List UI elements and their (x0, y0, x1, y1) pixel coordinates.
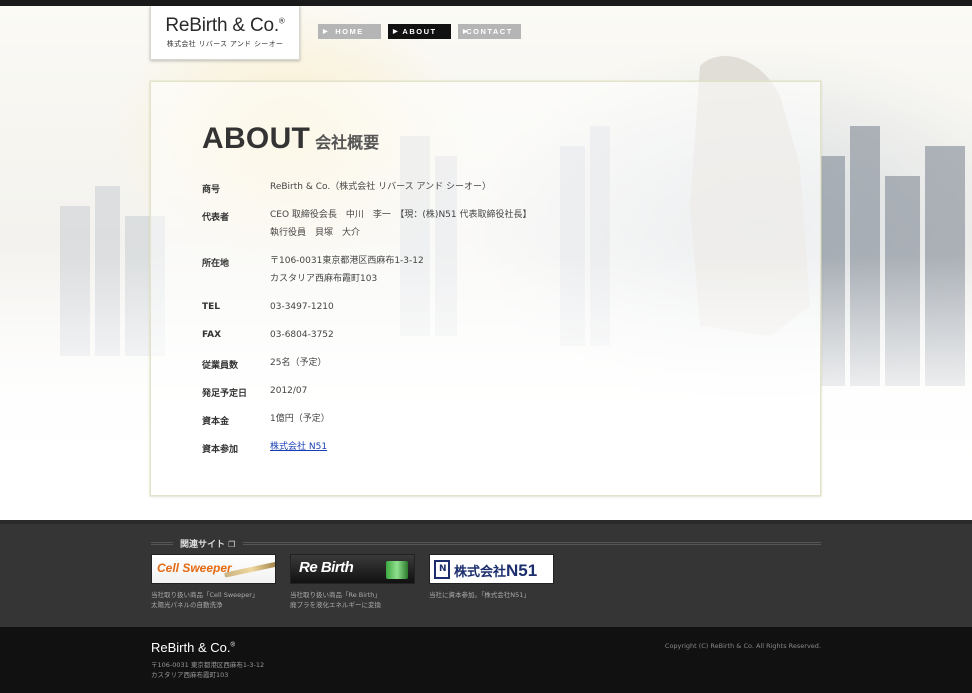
about-panel: ABOUT 会社概要 商号 ReBirth & Co.（株式会社 リバース アンド… (150, 81, 821, 496)
footer-logo: ReBirth & Co.® (151, 640, 235, 655)
footer: ReBirth & Co.® 〒106-0031 東京都港区西麻布1-3-12 … (0, 627, 972, 693)
info-row-fax: FAX 03-6804-3752 (202, 330, 334, 340)
info-row-address: 所在地 〒106-0031東京都港区西麻布1-3-12 カスタリア西麻布霞町103 (202, 256, 424, 284)
info-row-tel: TEL 03-3497-1210 (202, 302, 334, 312)
banner-n51: N 株式会社N51 当社に資本参加。「株式会社N51」 (429, 554, 554, 610)
triangle-right-icon: ▶ (463, 29, 470, 35)
external-link-icon: ❐ (228, 540, 236, 549)
company-info-table: 商号 ReBirth & Co.（株式会社 リバース アンド シーオー） 代表者… (202, 182, 532, 470)
banner-rebirth: Re Birth 当社取り扱い商品「Re Birth」 廃プラを液化エネルギーに変… (290, 554, 415, 610)
nav-home-button[interactable]: ▶ HOME (318, 24, 381, 39)
triangle-right-icon: ▶ (393, 29, 400, 35)
related-sites-title: 関連サイト (180, 540, 226, 550)
info-row-representative: 代表者 CEO 取締役会長 中川 李一 【現：(株)N51 代表取締役社長】 執行… (202, 210, 532, 238)
info-row-capital: 資本金 1億円（予定） (202, 414, 330, 427)
main-nav: ▶ HOME ▶ ABOUT ▶ CONTACT (318, 24, 521, 39)
site-logo[interactable]: ReBirth & Co.® 株式会社 リバース アンド シーオー (150, 6, 300, 60)
rebirth-banner-image[interactable]: Re Birth (290, 554, 415, 584)
nav-contact-button[interactable]: ▶ CONTACT (458, 24, 521, 39)
logo-text: ReBirth & Co.® (165, 15, 285, 36)
battery-icon (386, 561, 408, 579)
info-row-employees: 従業員数 25名（予定） (202, 358, 327, 371)
n51-banner-image[interactable]: N 株式会社N51 (429, 554, 554, 584)
info-row-name: 商号 ReBirth & Co.（株式会社 リバース アンド シーオー） (202, 182, 492, 195)
banner-cell-sweeper: Cell Sweeper 当社取り扱い商品「Cell Sweeper」 太陽光パネ… (151, 554, 276, 610)
related-banners: Cell Sweeper 当社取り扱い商品「Cell Sweeper」 太陽光パネ… (151, 554, 554, 610)
triangle-right-icon: ▶ (323, 29, 330, 35)
info-row-capital-participation: 資本参加 株式会社 N51 (202, 442, 328, 455)
nav-about-button[interactable]: ▶ ABOUT (388, 24, 451, 39)
footer-address: 〒106-0031 東京都港区西麻布1-3-12 カスタリア西麻布霞町103 (151, 661, 265, 679)
copyright: Copyright (C) ReBirth & Co. All Rights R… (664, 642, 821, 650)
related-sites-header: 関連サイト ❐ (151, 537, 821, 550)
logo-subtitle: 株式会社 リバース アンド シーオー (166, 40, 284, 48)
cell-sweeper-banner-image[interactable]: Cell Sweeper (151, 554, 276, 584)
info-row-founding-date: 発足予定日 2012/07 (202, 386, 308, 399)
n51-logo-icon: N (434, 560, 450, 579)
page-title: ABOUT 会社概要 (202, 122, 380, 155)
related-sites-section: 関連サイト ❐ Cell Sweeper 当社取り扱い商品「Cell Sweep… (0, 520, 972, 627)
n51-link[interactable]: 株式会社 N51 (270, 442, 327, 452)
